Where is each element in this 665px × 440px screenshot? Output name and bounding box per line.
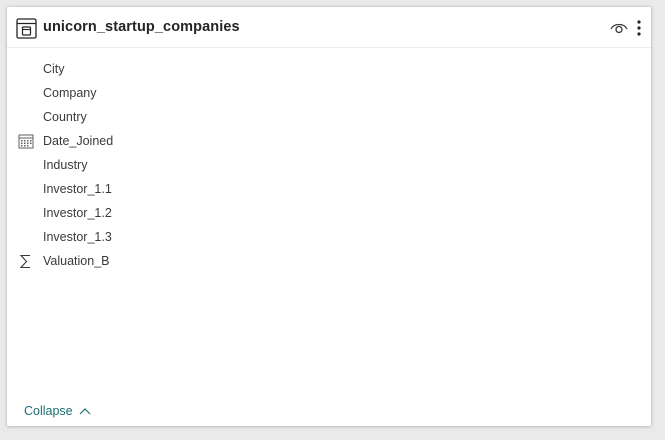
field-item-city[interactable]: City: [7, 57, 651, 81]
sigma-icon: [19, 254, 30, 269]
field-label: Company: [43, 86, 97, 100]
more-vertical-icon[interactable]: [635, 19, 643, 37]
field-item-industry[interactable]: Industry: [7, 153, 651, 177]
collapse-button[interactable]: Collapse: [24, 403, 91, 419]
field-label: Industry: [43, 158, 88, 172]
field-label: Country: [43, 110, 87, 124]
field-label: Investor_1.2: [43, 206, 112, 220]
field-label: City: [43, 62, 65, 76]
field-item-date-joined[interactable]: Date_Joined: [7, 129, 651, 153]
field-item-investor-1-1[interactable]: Investor_1.1: [7, 177, 651, 201]
table-card: unicorn_startup_companies City Company C…: [7, 7, 651, 426]
collapse-label: Collapse: [24, 404, 73, 418]
field-item-investor-1-2[interactable]: Investor_1.2: [7, 201, 651, 225]
field-item-country[interactable]: Country: [7, 105, 651, 129]
eye-icon[interactable]: [610, 21, 628, 35]
field-label: Valuation_B: [43, 254, 110, 268]
field-item-investor-1-3[interactable]: Investor_1.3: [7, 225, 651, 249]
field-label: Investor_1.3: [43, 230, 112, 244]
chevron-up-icon: [79, 408, 91, 415]
card-header: unicorn_startup_companies: [7, 7, 651, 48]
table-title: unicorn_startup_companies: [43, 19, 240, 35]
table-icon: [16, 18, 37, 39]
field-label: Date_Joined: [43, 134, 114, 148]
field-item-valuation-b[interactable]: Valuation_B: [7, 249, 651, 273]
field-item-company[interactable]: Company: [7, 81, 651, 105]
field-list: City Company Country Date_Joined Industr…: [7, 57, 651, 273]
calendar-icon: [18, 134, 34, 149]
field-label: Investor_1.1: [43, 182, 112, 196]
